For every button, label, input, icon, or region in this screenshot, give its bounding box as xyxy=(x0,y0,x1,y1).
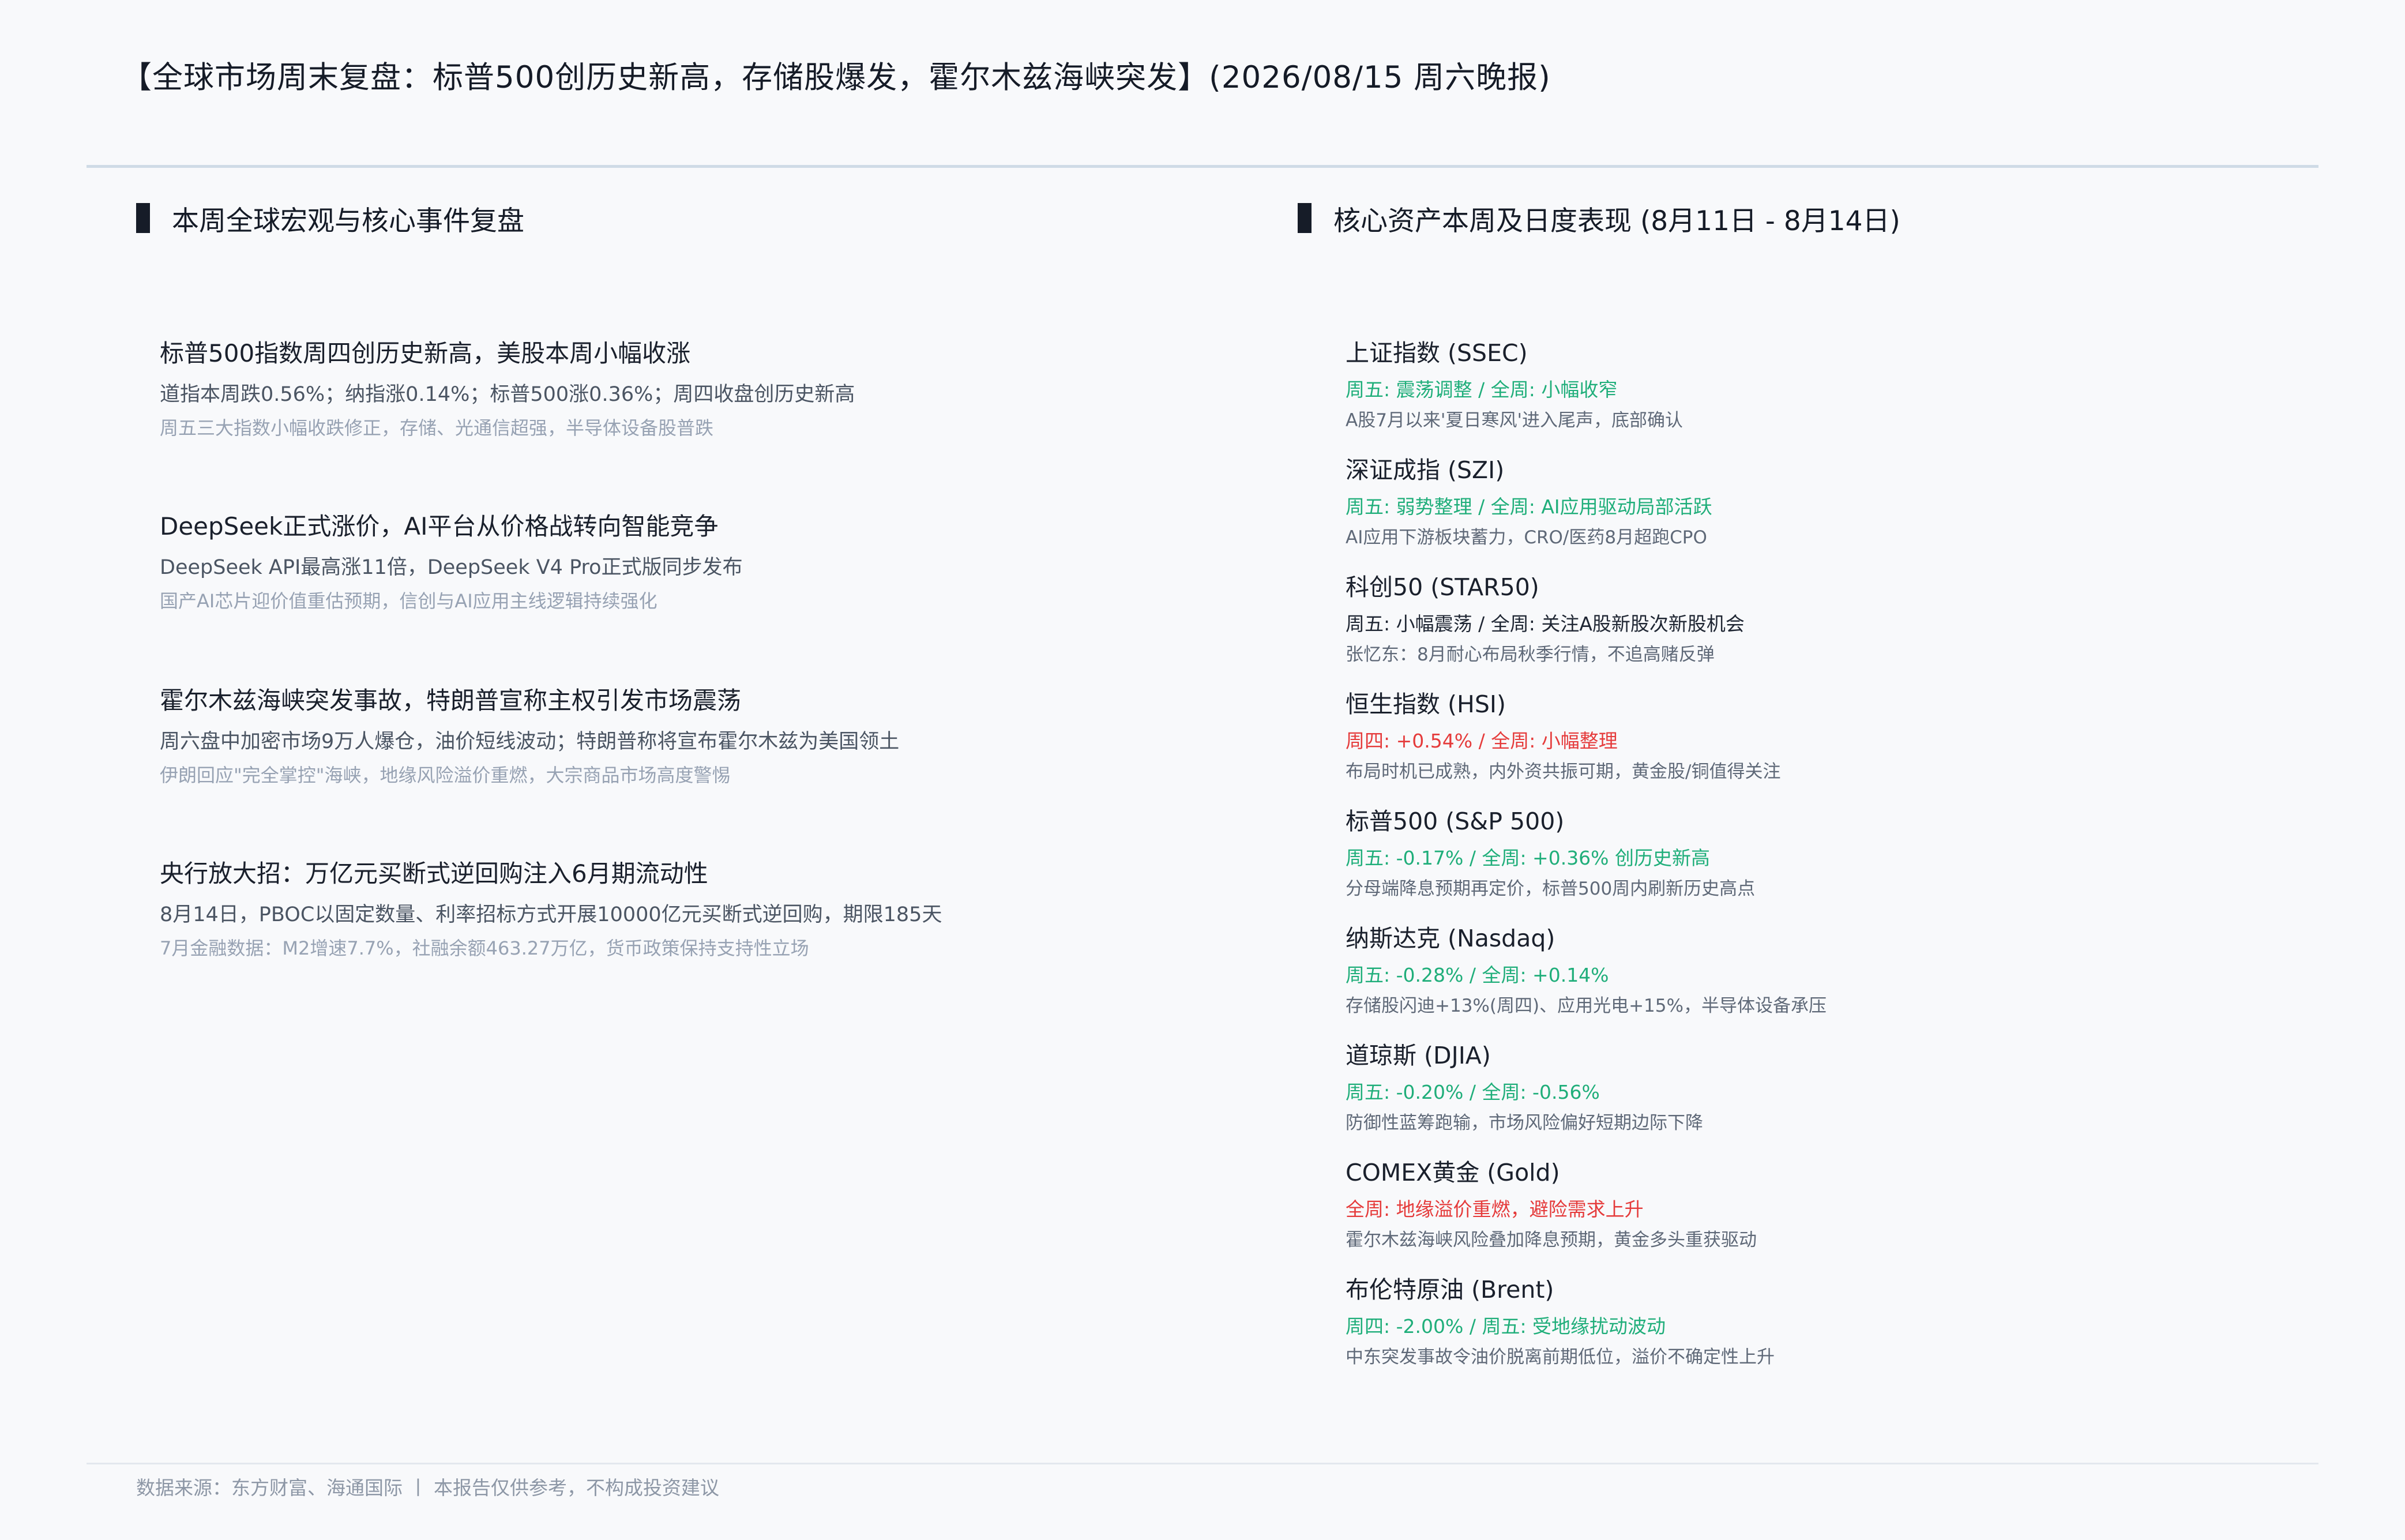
event-detail: DeepSeek API最高涨11倍，DeepSeek V4 Pro正式版同步发… xyxy=(160,556,743,579)
asset-note: 霍尔木兹海峡风险叠加降息预期，黄金多头重获驱动 xyxy=(1346,1230,1757,1250)
asset-name: 深证成指 (SZI) xyxy=(1346,456,1505,484)
event-note: 周五三大指数小幅收跌修正，存储、光通信超强，半导体设备股普跌 xyxy=(160,417,714,439)
event-note: 国产AI芯片迎价值重估预期，信创与AI应用主线逻辑持续强化 xyxy=(160,590,657,612)
asset-performance: 周五: -0.28% / 全周: +0.14% xyxy=(1346,964,1609,986)
asset-item-sp500: 标普500 (S&P 500) 周五: -0.17% / 全周: +0.36% … xyxy=(1346,806,2326,900)
report-title: 【全球市场周末复盘：标普500创历史新高，存储股爆发，霍尔木兹海峡突发】(202… xyxy=(121,60,1551,95)
report-page: 【全球市场周末复盘：标普500创历史新高，存储股爆发，霍尔木兹海峡突发】(202… xyxy=(0,0,2405,1540)
event-title: DeepSeek正式涨价，AI平台从价格战转向智能竞争 xyxy=(160,512,719,540)
assets-section-heading: 核心资产本周及日度表现 (8月11日 - 8月14日) xyxy=(1298,201,1900,237)
asset-name: 上证指数 (SSEC) xyxy=(1346,339,1528,367)
asset-note: 存储股闪迪+13%(周四)、应用光电+15%，半导体设备承压 xyxy=(1346,996,1827,1016)
asset-performance: 周五: 弱势整理 / 全周: AI应用驱动局部活跃 xyxy=(1346,495,1712,518)
asset-name: COMEX黄金 (Gold) xyxy=(1346,1159,1560,1186)
asset-note: 布局时机已成熟，内外资共振可期，黄金股/铜值得关注 xyxy=(1346,761,1781,782)
event-item: 标普500指数周四创历史新高，美股本周小幅收涨 道指本周跌0.56%；纳指涨0.… xyxy=(160,337,1198,440)
event-detail: 道指本周跌0.56%；纳指涨0.14%；标普500涨0.36%；周四收盘创历史新… xyxy=(160,383,855,406)
asset-note: 中东突发事故令油价脱离前期低位，溢价不确定性上升 xyxy=(1346,1347,1775,1368)
event-title: 标普500指数周四创历史新高，美股本周小幅收涨 xyxy=(160,339,691,367)
asset-item-hsi: 恒生指数 (HSI) 周四: +0.54% / 全周: 小幅整理 布局时机已成熟… xyxy=(1346,689,2326,783)
asset-name: 恒生指数 (HSI) xyxy=(1346,690,1506,718)
event-note: 伊朗回应"完全掌控"海峡，地缘风险溢价重燃，大宗商品市场高度警惕 xyxy=(160,764,731,786)
event-item: 霍尔木兹海峡突发事故，特朗普宣称主权引发市场震荡 周六盘中加密市场9万人爆仓，油… xyxy=(160,685,1198,787)
footer-source: 数据来源：东方财富、海通国际 丨 本报告仅供参考，不构成投资建议 xyxy=(136,1477,719,1499)
event-note: 7月金融数据：M2增速7.7%，社融余额463.27万亿，货币政策保持支持性立场 xyxy=(160,937,809,959)
event-title: 霍尔木兹海峡突发事故，特朗普宣称主权引发市场震荡 xyxy=(160,686,742,715)
asset-name: 道琼斯 (DJIA) xyxy=(1346,1042,1491,1069)
asset-name: 布伦特原油 (Brent) xyxy=(1346,1276,1554,1304)
event-item: DeepSeek正式涨价，AI平台从价格战转向智能竞争 DeepSeek API… xyxy=(160,510,1198,613)
asset-item-nasdaq: 纳斯达克 (Nasdaq) 周五: -0.28% / 全周: +0.14% 存储… xyxy=(1346,923,2326,1017)
header-divider xyxy=(87,165,2318,168)
asset-item-brent: 布伦特原油 (Brent) 周四: -2.00% / 周五: 受地缘扰动波动 中… xyxy=(1346,1274,2326,1369)
asset-name: 科创50 (STAR50) xyxy=(1346,573,1539,601)
event-detail: 周六盘中加密市场9万人爆仓，油价短线波动；特朗普称将宣布霍尔木兹为美国领土 xyxy=(160,730,900,753)
asset-note: 张忆东：8月耐心布局秋季行情，不追高赌反弹 xyxy=(1346,644,1715,665)
asset-note: 防御性蓝筹跑输，市场风险偏好短期边际下降 xyxy=(1346,1113,1703,1133)
macro-section-heading: 本周全球宏观与核心事件复盘 xyxy=(136,201,524,237)
asset-name: 标普500 (S&P 500) xyxy=(1346,807,1565,835)
asset-performance: 周五: -0.17% / 全周: +0.36% 创历史新高 xyxy=(1346,847,1711,869)
asset-performance: 全周: 地缘溢价重燃，避险需求上升 xyxy=(1346,1198,1644,1220)
asset-item-star50: 科创50 (STAR50) 周五: 小幅震荡 / 全周: 关注A股新股次新股机会… xyxy=(1346,572,2326,666)
asset-performance: 周五: -0.20% / 全周: -0.56% xyxy=(1346,1081,1600,1103)
asset-performance: 周四: -2.00% / 周五: 受地缘扰动波动 xyxy=(1346,1315,1666,1338)
footer-divider xyxy=(87,1463,2318,1464)
asset-note: AI应用下游板块蓄力，CRO/医药8月超跑CPO xyxy=(1346,527,1707,548)
asset-item-ssec: 上证指数 (SSEC) 周五: 震荡调整 / 全周: 小幅收窄 A股7月以来'夏… xyxy=(1346,337,2326,432)
macro-section-title: 本周全球宏观与核心事件复盘 xyxy=(172,205,524,237)
asset-note: A股7月以来'夏日寒风'进入尾声，底部确认 xyxy=(1346,410,1683,431)
asset-item-djia: 道琼斯 (DJIA) 周五: -0.20% / 全周: -0.56% 防御性蓝筹… xyxy=(1346,1040,2326,1135)
event-title: 央行放大招：万亿元买断式逆回购注入6月期流动性 xyxy=(160,859,708,888)
asset-item-szi: 深证成指 (SZI) 周五: 弱势整理 / 全周: AI应用驱动局部活跃 AI应… xyxy=(1346,455,2326,549)
section-marker-icon xyxy=(1298,203,1312,233)
asset-note: 分母端降息预期再定价，标普500周内刷新历史高点 xyxy=(1346,878,1756,899)
asset-name: 纳斯达克 (Nasdaq) xyxy=(1346,925,1555,952)
assets-section-title: 核心资产本周及日度表现 (8月11日 - 8月14日) xyxy=(1333,205,1900,237)
event-item: 央行放大招：万亿元买断式逆回购注入6月期流动性 8月14日，PBOC以固定数量、… xyxy=(160,858,1198,960)
asset-performance: 周四: +0.54% / 全周: 小幅整理 xyxy=(1346,730,1618,752)
section-marker-icon xyxy=(136,203,150,233)
asset-performance: 周五: 震荡调整 / 全周: 小幅收窄 xyxy=(1346,378,1618,401)
asset-performance: 周五: 小幅震荡 / 全周: 关注A股新股次新股机会 xyxy=(1346,613,1745,635)
asset-item-gold: COMEX黄金 (Gold) 全周: 地缘溢价重燃，避险需求上升 霍尔木兹海峡风… xyxy=(1346,1157,2326,1252)
event-detail: 8月14日，PBOC以固定数量、利率招标方式开展10000亿元买断式逆回购，期限… xyxy=(160,903,942,926)
